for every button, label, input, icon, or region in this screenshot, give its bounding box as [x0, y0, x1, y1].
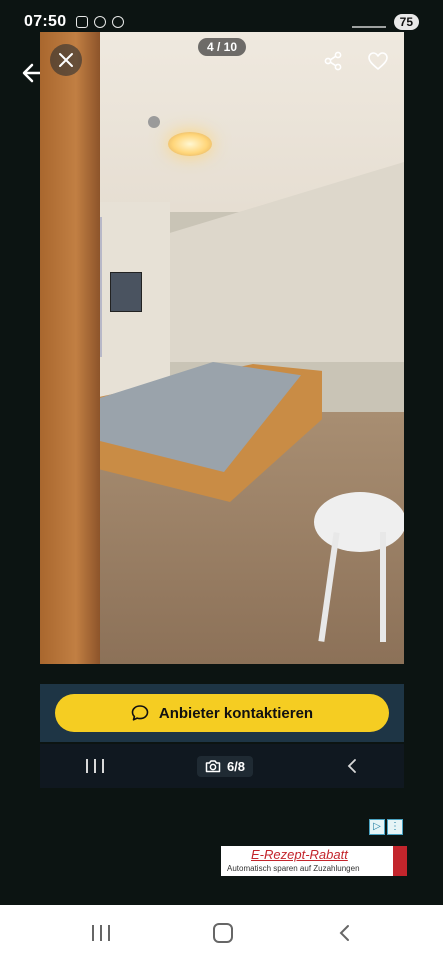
- contact-provider-button[interactable]: Anbieter kontaktieren: [55, 694, 389, 732]
- ad-subtitle: Automatisch sparen auf Zuzahlungen: [227, 864, 360, 873]
- wifi-icon: [351, 16, 386, 28]
- system-recents-icon[interactable]: [91, 924, 110, 941]
- system-back-icon[interactable]: [337, 924, 351, 942]
- status-right: 75: [351, 14, 419, 30]
- back-chevron-icon[interactable]: [346, 759, 358, 773]
- status-time: 07:50: [24, 13, 67, 30]
- notification-icons: [76, 16, 125, 28]
- photo-count-badge[interactable]: 6/8: [196, 755, 254, 777]
- photo-ceiling-lamp: [168, 132, 212, 156]
- ad-banner[interactable]: E-Rezept-Rabatt Automatisch sparen auf Z…: [221, 846, 407, 876]
- share-icon[interactable]: [322, 50, 344, 72]
- ad-info-icon: ⋮: [387, 819, 403, 835]
- ad-title: E-Rezept-Rabatt: [251, 847, 348, 862]
- image-counter: 4 / 10: [198, 38, 246, 56]
- system-navigation-bar: [0, 905, 443, 960]
- ad-choices-badge[interactable]: ▷ ⋮: [369, 819, 403, 835]
- photo-stool: [314, 492, 404, 552]
- ad-play-icon: ▷: [369, 819, 385, 835]
- close-icon: [59, 53, 73, 67]
- close-button[interactable]: [50, 44, 82, 76]
- photo-count-label: 6/8: [226, 758, 246, 774]
- inner-navigation-bar: 6/8: [40, 744, 404, 788]
- camera-icon: [205, 760, 221, 773]
- photo-wall-picture: [110, 272, 142, 312]
- cloud-icon: [112, 16, 125, 28]
- pinterest-icon: [94, 16, 107, 28]
- chat-bubble-icon: [131, 705, 149, 721]
- heart-icon[interactable]: [367, 50, 389, 72]
- contact-bar: Anbieter kontaktieren: [40, 684, 404, 742]
- photo-sensor: [148, 116, 160, 128]
- photo-door-frame: [40, 32, 100, 664]
- photo-viewer[interactable]: [40, 32, 404, 664]
- screenshot-icon: [76, 16, 89, 28]
- ad-brand-stripe: [393, 846, 407, 876]
- recents-icon[interactable]: [86, 759, 105, 773]
- contact-button-label: Anbieter kontaktieren: [158, 704, 314, 722]
- photo-stool-leg: [380, 532, 386, 642]
- system-home-icon[interactable]: [213, 922, 234, 943]
- battery-level: 75: [393, 14, 419, 30]
